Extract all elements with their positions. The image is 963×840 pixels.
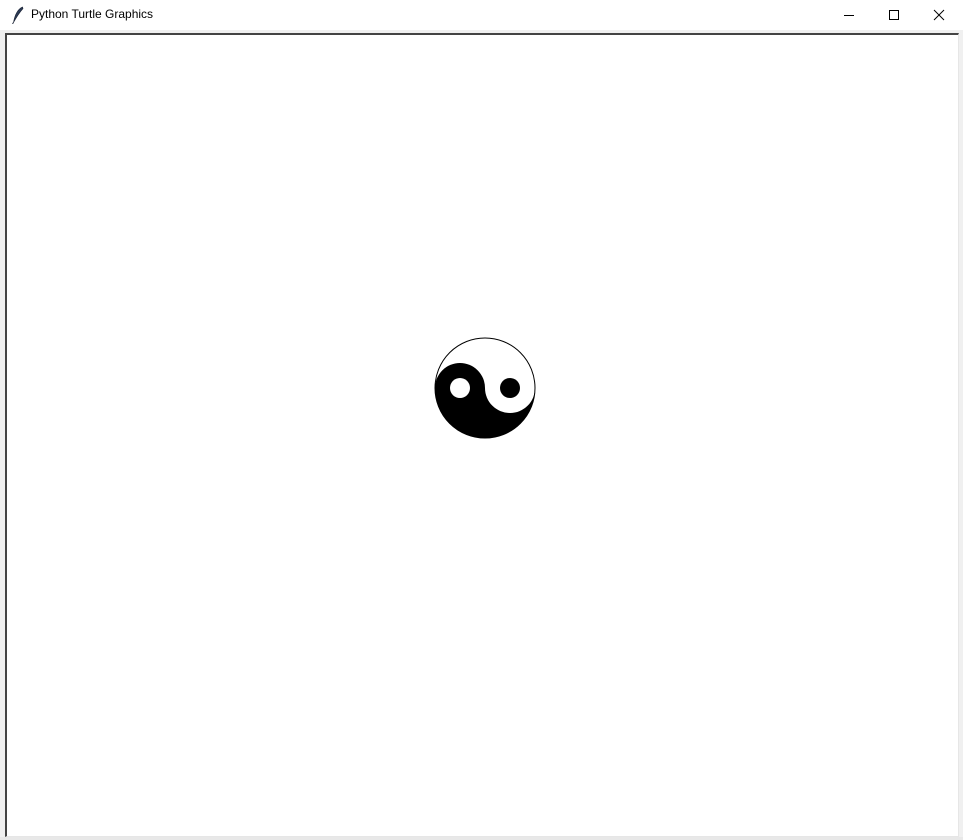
maximize-icon — [888, 10, 899, 20]
turtle-canvas[interactable] — [7, 35, 958, 836]
canvas-frame — [5, 33, 959, 837]
close-button[interactable] — [916, 0, 961, 30]
minimize-icon — [843, 15, 854, 16]
feather-icon — [12, 6, 24, 24]
yin-yang-light-dot — [450, 378, 470, 398]
minimize-button[interactable] — [826, 0, 871, 30]
maximize-button[interactable] — [871, 0, 916, 30]
yin-yang-symbol — [434, 337, 536, 439]
yin-yang-dark-dot — [500, 378, 520, 398]
window-title: Python Turtle Graphics — [31, 7, 154, 21]
turtle-window: Python Turtle Graphics — [0, 0, 963, 840]
close-icon — [933, 9, 944, 21]
title-bar[interactable]: Python Turtle Graphics — [0, 0, 963, 30]
